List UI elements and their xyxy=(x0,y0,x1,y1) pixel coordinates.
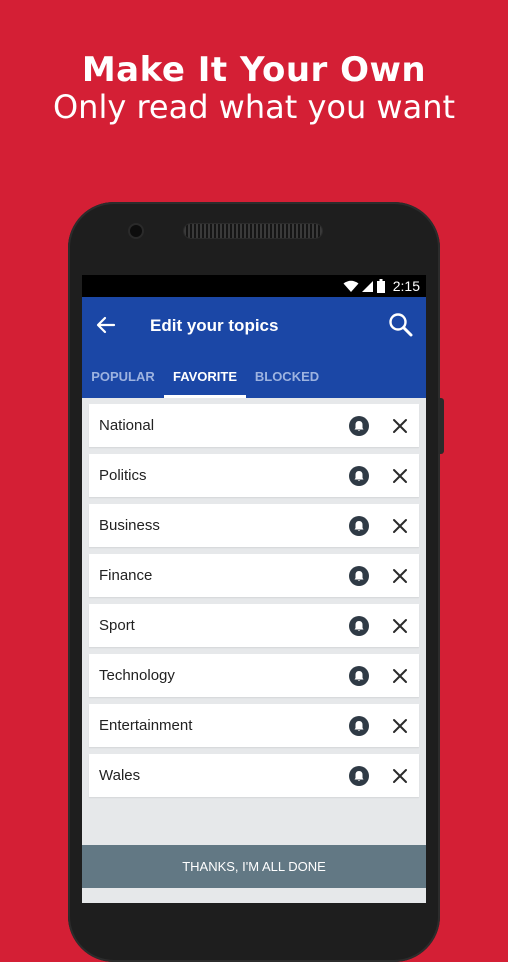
close-icon[interactable] xyxy=(392,468,408,484)
back-button[interactable] xyxy=(94,315,118,335)
battery-icon xyxy=(376,279,385,293)
tab-popular[interactable]: POPULAR xyxy=(82,357,164,398)
close-icon[interactable] xyxy=(392,668,408,684)
topic-label: Wales xyxy=(99,767,141,784)
list-item: National xyxy=(89,404,419,447)
close-icon[interactable] xyxy=(392,568,408,584)
phone-side-button xyxy=(438,398,444,454)
camera-icon xyxy=(130,225,142,237)
promo-subtitle: Only read what you want xyxy=(52,88,456,126)
topic-label: Business xyxy=(99,517,160,534)
bell-icon[interactable] xyxy=(349,665,369,686)
search-icon xyxy=(389,313,413,337)
signal-icon xyxy=(361,280,373,292)
search-button[interactable] xyxy=(388,312,414,338)
phone-screen: 2:15 Edit your topics POPULAR FAVORITE B… xyxy=(82,275,426,903)
topic-label: Finance xyxy=(99,567,153,584)
topic-label: National xyxy=(99,417,155,434)
status-time: 2:15 xyxy=(392,278,420,294)
wifi-icon xyxy=(343,280,359,292)
status-bar: 2:15 xyxy=(82,275,426,297)
done-button[interactable]: THANKS, I'M ALL DONE xyxy=(82,845,426,888)
list-item: Entertainment xyxy=(89,704,419,747)
bell-icon[interactable] xyxy=(349,765,369,786)
tab-blocked[interactable]: BLOCKED xyxy=(246,357,328,398)
topic-label: Sport xyxy=(99,617,135,634)
promo-title: Make It Your Own xyxy=(81,50,427,90)
close-icon[interactable] xyxy=(392,768,408,784)
list-item: Finance xyxy=(89,554,419,597)
close-icon[interactable] xyxy=(392,518,408,534)
topic-list: National Politics Business Finance Sport… xyxy=(82,398,426,797)
list-item: Technology xyxy=(89,654,419,697)
app-bar: Edit your topics POPULAR FAVORITE BLOCKE… xyxy=(82,297,426,398)
bell-icon[interactable] xyxy=(349,565,369,586)
close-icon[interactable] xyxy=(392,718,408,734)
topic-label: Entertainment xyxy=(99,717,193,734)
page-title: Edit your topics xyxy=(150,316,279,335)
arrow-left-icon xyxy=(96,316,116,334)
topic-label: Technology xyxy=(99,667,175,684)
bell-icon[interactable] xyxy=(349,415,369,436)
bell-icon[interactable] xyxy=(349,465,369,486)
speaker-grille xyxy=(184,224,322,238)
list-item: Wales xyxy=(89,754,419,797)
bell-icon[interactable] xyxy=(349,615,369,636)
bell-icon[interactable] xyxy=(349,515,369,536)
tab-favorite[interactable]: FAVORITE xyxy=(164,357,246,398)
list-item: Sport xyxy=(89,604,419,647)
bell-icon[interactable] xyxy=(349,715,369,736)
tab-bar: POPULAR FAVORITE BLOCKED xyxy=(82,357,426,398)
topic-label: Politics xyxy=(99,467,147,484)
list-item: Politics xyxy=(89,454,419,497)
close-icon[interactable] xyxy=(392,418,408,434)
close-icon[interactable] xyxy=(392,618,408,634)
list-item: Business xyxy=(89,504,419,547)
